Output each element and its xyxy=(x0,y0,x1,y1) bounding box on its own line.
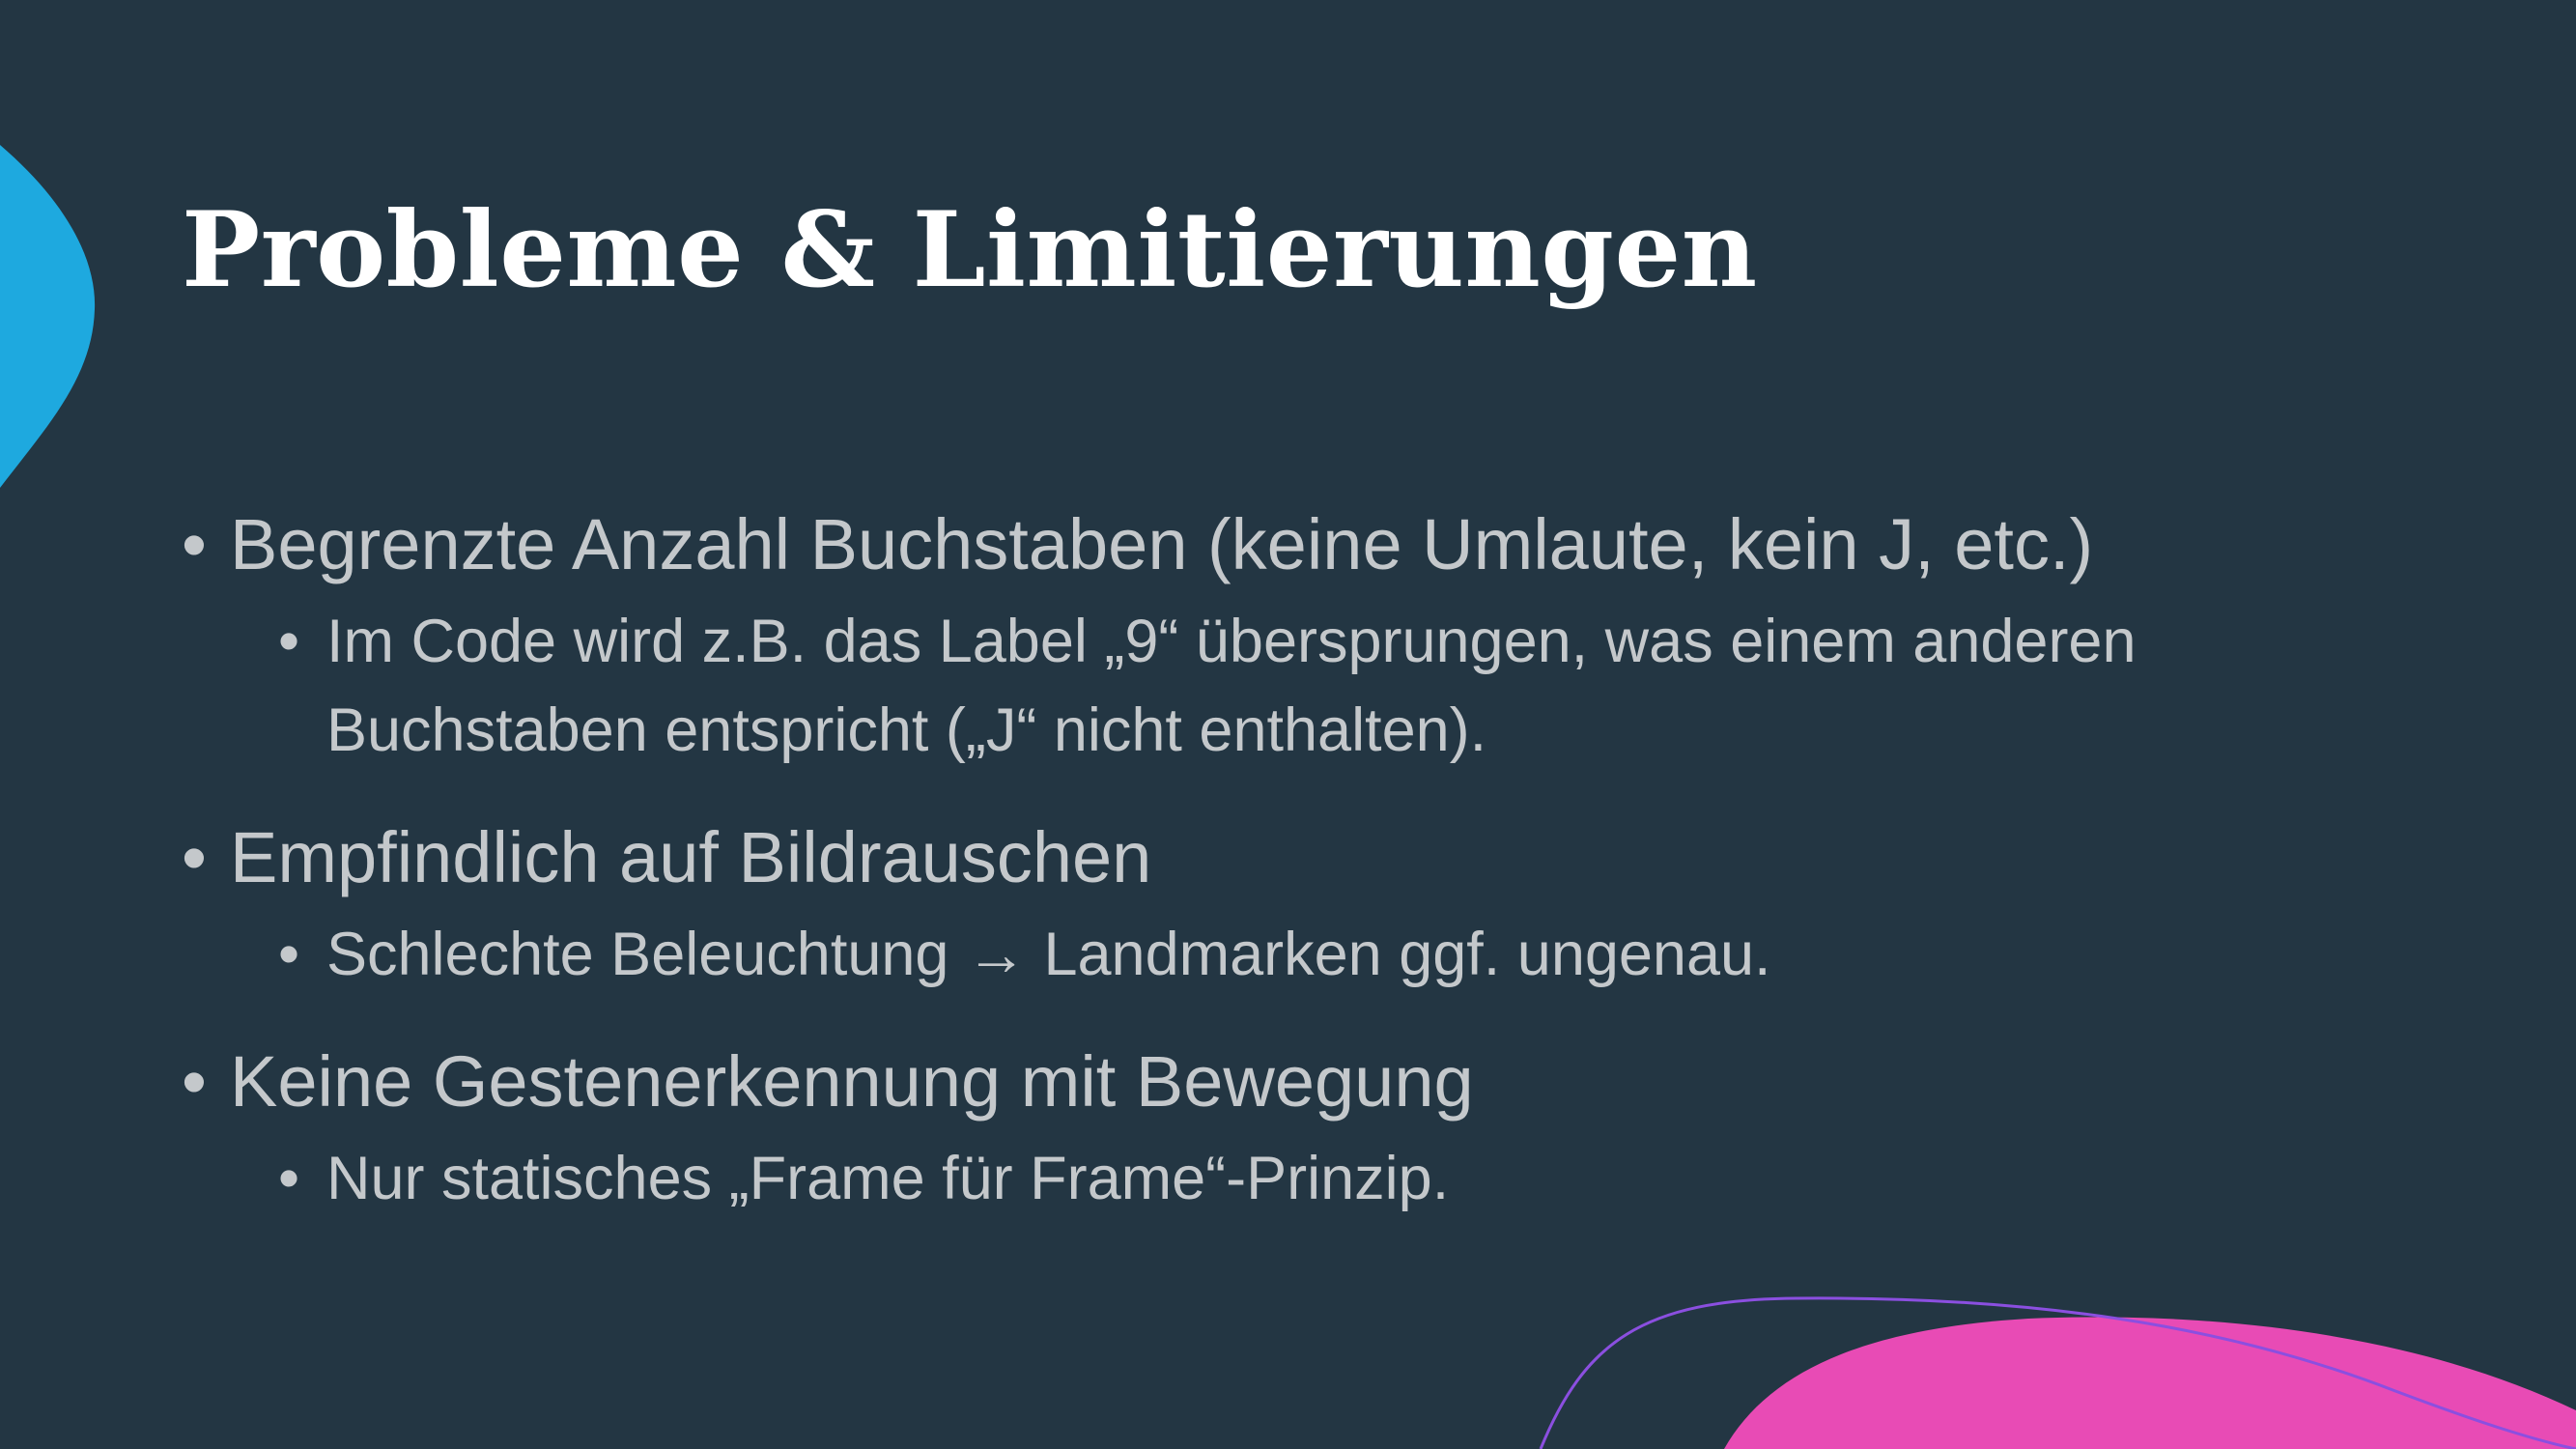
sub-bullet-text: Schlechte Beleuchtung → Landmarken ggf. … xyxy=(326,921,1771,988)
pink-blob-shape xyxy=(1724,1317,2576,1449)
sub-bullet-item: • Schlechte Beleuchtung → Landmarken ggf… xyxy=(278,910,2403,999)
bullet-text: Begrenzte Anzahl Buchstaben (keine Umlau… xyxy=(230,504,2094,584)
bullet-text: Keine Gestenerkennung mit Bewegung xyxy=(230,1041,1474,1122)
bullet-item: • Begrenzte Anzahl Buchstaben (keine Uml… xyxy=(182,502,2403,587)
bullet-group: • Empfindlich auf Bildrauschen • Schlech… xyxy=(182,815,2403,999)
sub-bullet-icon: • xyxy=(278,921,300,988)
bullet-item: • Empfindlich auf Bildrauschen xyxy=(182,815,2403,900)
bullet-group: • Keine Gestenerkennung mit Bewegung • N… xyxy=(182,1039,2403,1223)
sub-bullet-text: Im Code wird z.B. das Label „9“ überspru… xyxy=(326,608,2137,764)
bullet-icon: • xyxy=(182,1041,207,1122)
blue-blob-shape xyxy=(0,145,96,488)
slide-title: Probleme & Limitierungen xyxy=(182,189,1758,311)
sub-bullet-text: Nur statisches „Frame für Frame“-Prinzip… xyxy=(326,1145,1450,1212)
sub-bullet-item: • Im Code wird z.B. das Label „9“ übersp… xyxy=(278,597,2403,775)
bullet-group: • Begrenzte Anzahl Buchstaben (keine Uml… xyxy=(182,502,2403,775)
bullet-list: • Begrenzte Anzahl Buchstaben (keine Uml… xyxy=(182,502,2403,1264)
slide: Probleme & Limitierungen • Begrenzte Anz… xyxy=(0,0,2576,1449)
bullet-icon: • xyxy=(182,817,207,897)
bullet-text: Empfindlich auf Bildrauschen xyxy=(230,817,1152,897)
sub-bullet-icon: • xyxy=(278,608,300,675)
bullet-item: • Keine Gestenerkennung mit Bewegung xyxy=(182,1039,2403,1124)
bullet-icon: • xyxy=(182,504,207,584)
sub-bullet-item: • Nur statisches „Frame für Frame“-Prinz… xyxy=(278,1134,2403,1223)
sub-bullet-icon: • xyxy=(278,1145,300,1212)
